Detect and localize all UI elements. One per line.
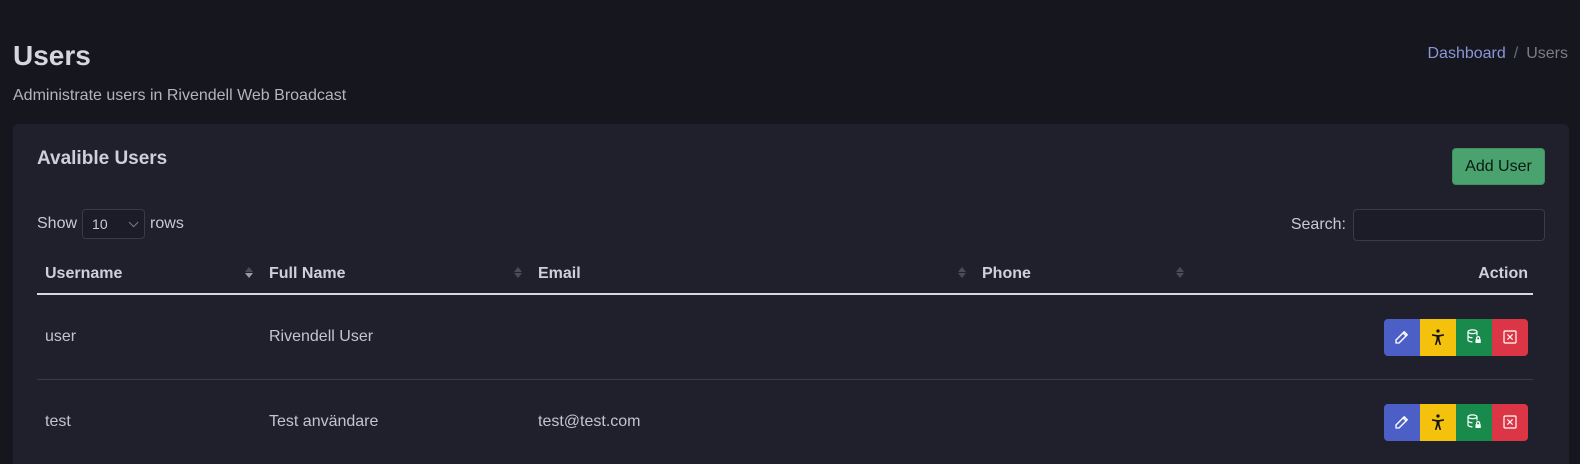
cell-username: test [45,413,71,430]
database-lock-icon [1467,329,1481,343]
cell-username: user [45,328,77,345]
breadcrumb-current: Users [1526,45,1568,62]
column-header-label: Full Name [269,264,346,282]
table-header: Username Full Name Email Phone Action [37,254,1533,295]
cell-email: test@test.com [538,413,641,430]
column-header-label: Action [1478,264,1528,282]
page-title: Users [13,40,91,71]
rows-per-page-control: Show 10 rows [37,209,184,239]
action-button-group [1384,403,1528,441]
add-user-button[interactable]: Add User [1452,148,1545,185]
database-lock-icon [1467,414,1481,428]
close-box-icon [1503,330,1517,344]
page: Users Administrate users in Rivendell We… [0,0,1580,464]
show-label: Show [37,215,78,232]
accessibility-icon [1432,414,1444,430]
edit-user-button[interactable] [1384,318,1420,356]
page-subtitle: Administrate users in Rivendell Web Broa… [13,87,347,104]
accessibility-icon [1432,329,1444,345]
cell-actions [1192,403,1533,441]
search-control: Search: [1291,209,1545,241]
sort-icon [514,267,522,278]
close-box-icon [1503,415,1517,429]
column-header-phone[interactable]: Phone [974,254,1192,293]
column-header-action: Action [1192,254,1533,293]
user-access-button[interactable] [1420,318,1456,356]
pencil-icon [1395,416,1408,429]
user-access-button[interactable] [1420,403,1456,441]
cell-full-name: Rivendell User [269,328,374,345]
card-title: Avalible Users [37,148,168,169]
column-header-full-name[interactable]: Full Name [261,254,530,293]
rows-per-page-value: 10 [92,216,108,232]
search-input[interactable] [1353,209,1545,241]
breadcrumb: Dashboard / Users [1427,45,1568,63]
column-header-label: Email [538,264,581,282]
rows-per-page-select[interactable]: 10 [82,209,146,239]
delete-user-button[interactable] [1492,403,1528,441]
column-header-label: Phone [982,264,1031,282]
sort-icon [1176,267,1184,278]
users-card: Avalible Users Add User Show 10 rows Sea… [13,124,1569,464]
sort-icon [958,267,966,278]
cell-full-name: Test användare [269,413,379,430]
edit-user-button[interactable] [1384,403,1420,441]
table-row: user Rivendell User [37,295,1533,380]
delete-user-button[interactable] [1492,318,1528,356]
table-row: test Test användare test@test.com [37,380,1533,464]
pencil-icon [1395,331,1408,344]
users-table: Username Full Name Email Phone Action us… [37,254,1533,464]
user-database-button[interactable] [1456,403,1492,441]
rows-label: rows [150,215,184,232]
column-header-username[interactable]: Username [37,254,261,293]
sort-icon [245,267,253,278]
breadcrumb-dashboard-link[interactable]: Dashboard [1427,45,1505,63]
cell-actions [1192,318,1533,356]
user-database-button[interactable] [1456,318,1492,356]
action-button-group [1384,318,1528,356]
column-header-email[interactable]: Email [530,254,974,293]
breadcrumb-separator: / [1513,45,1519,62]
column-header-label: Username [45,264,123,282]
search-label: Search: [1290,216,1346,233]
chevron-down-icon [128,216,139,227]
